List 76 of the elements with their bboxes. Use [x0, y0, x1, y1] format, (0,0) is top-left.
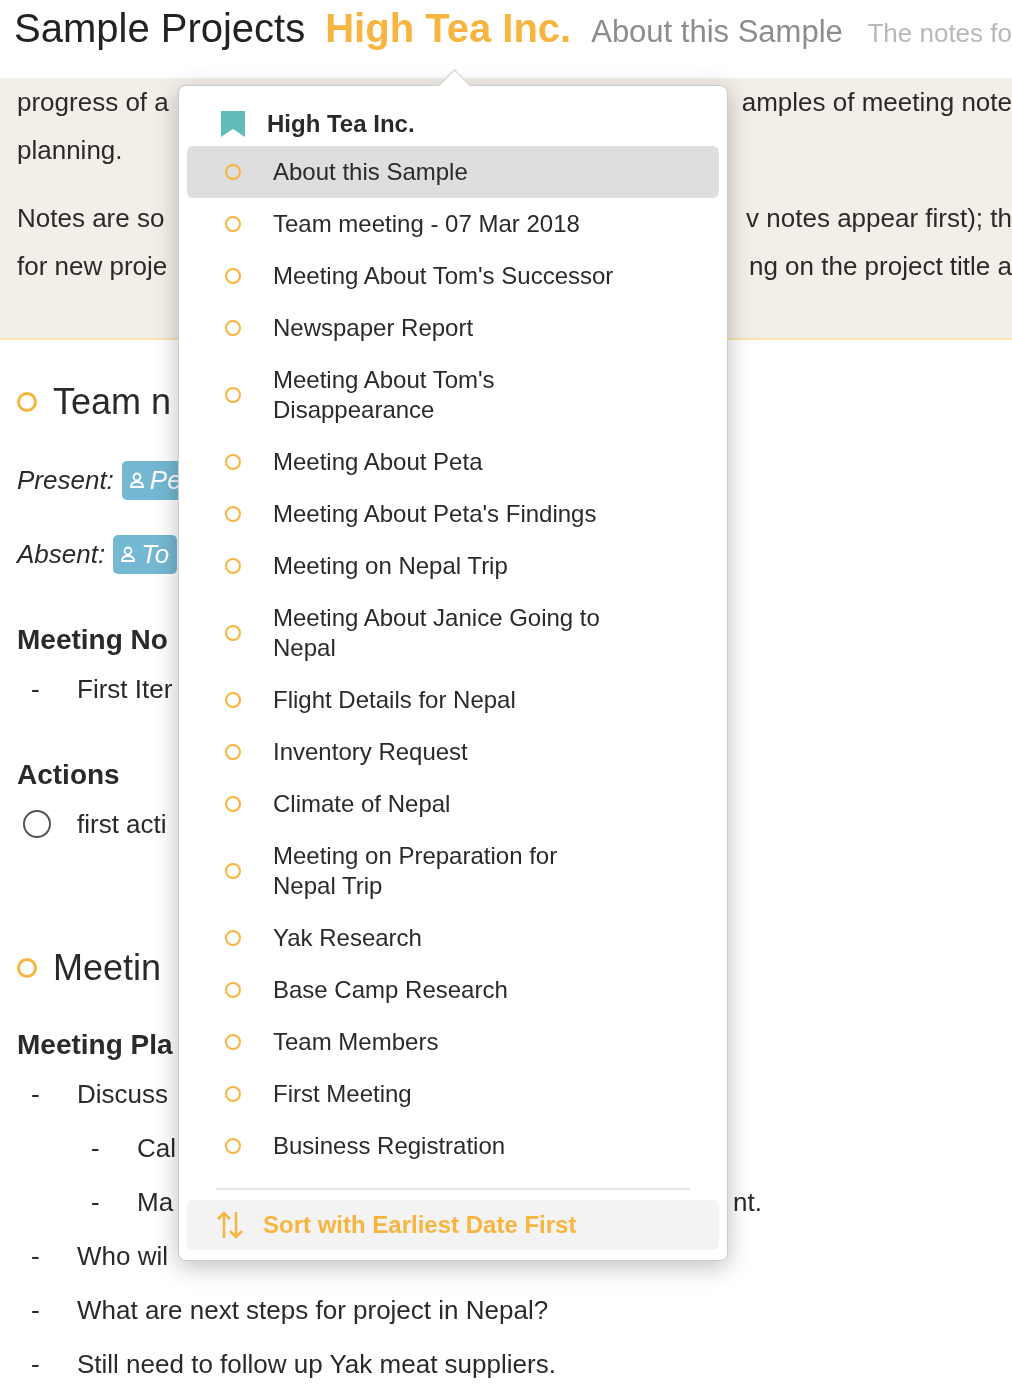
- note-item[interactable]: Meeting About Peta's Findings: [187, 488, 719, 540]
- note-item[interactable]: Meeting About Tom's Successor: [187, 250, 719, 302]
- note-status-icon: [225, 692, 241, 708]
- action-text: first acti: [77, 808, 167, 840]
- note-item[interactable]: Meeting on Nepal Trip: [187, 540, 719, 592]
- bullet-text: Cal: [137, 1132, 176, 1164]
- note-status-icon: [225, 268, 241, 284]
- note-status-icon: [225, 625, 241, 641]
- bullet-text: nt.: [733, 1186, 763, 1218]
- note-title: Team n: [53, 381, 172, 423]
- note-item[interactable]: Meeting About Tom's Disappearance: [187, 354, 719, 436]
- intro-text: amples of meeting note: [741, 86, 1012, 119]
- note-status-icon: [225, 320, 241, 336]
- section-heading: Meeting Pla: [17, 1029, 173, 1061]
- note-item[interactable]: Base Camp Research: [187, 964, 719, 1016]
- checkbox[interactable]: [23, 810, 51, 838]
- note-item[interactable]: Inventory Request: [187, 726, 719, 778]
- note-status-icon: [225, 387, 241, 403]
- note-item[interactable]: Meeting on Preparation for Nepal Trip: [187, 830, 719, 912]
- note-status-icon: [225, 744, 241, 760]
- intro-text: v notes appear first); th: [746, 202, 1012, 235]
- section-heading: Meeting No: [17, 624, 168, 656]
- intro-text: progress of a: [17, 86, 169, 119]
- intro-text: Notes are so: [17, 202, 165, 235]
- section-heading: Actions: [17, 759, 120, 791]
- note-status-icon: [225, 796, 241, 812]
- note-status-icon: [225, 454, 241, 470]
- note-status-icon: [225, 863, 241, 879]
- note-item[interactable]: Meeting About Peta: [187, 436, 719, 488]
- popover-title: High Tea Inc.: [267, 110, 415, 138]
- bullet-text: Who wil: [77, 1240, 168, 1272]
- bullet-text: First Iter: [77, 673, 173, 705]
- bullet-text: Ma: [137, 1186, 174, 1218]
- note-status-icon: [225, 558, 241, 574]
- dash-marker: -: [30, 1078, 41, 1110]
- note-status-icon: [225, 506, 241, 522]
- note-title: Meetin: [53, 947, 162, 989]
- attendees-label: Present:: [17, 464, 114, 496]
- dash-marker: -: [30, 1348, 41, 1380]
- person-icon: [121, 546, 136, 562]
- note-item[interactable]: About this Sample: [187, 146, 719, 198]
- note-item[interactable]: Team meeting - 07 Mar 2018: [187, 198, 719, 250]
- note-item[interactable]: Flight Details for Nepal: [187, 674, 719, 726]
- note-status-icon: [225, 216, 241, 232]
- note-status-icon: [225, 1138, 241, 1154]
- note-item[interactable]: Climate of Nepal: [187, 778, 719, 830]
- note-item[interactable]: Newspaper Report: [187, 302, 719, 354]
- faded-text: The notes fo: [867, 18, 1012, 49]
- dash-marker: -: [30, 1294, 41, 1326]
- sort-icon: [217, 1210, 243, 1240]
- dash-marker: -: [90, 1132, 101, 1164]
- note-status-icon: [225, 164, 241, 180]
- note-item[interactable]: First Meeting: [187, 1068, 719, 1120]
- note-status-icon: [225, 982, 241, 998]
- intro-text: ng on the project title a: [748, 250, 1012, 283]
- note-status-icon: [225, 930, 241, 946]
- breadcrumb-link[interactable]: Sample Projects: [14, 6, 306, 51]
- dash-marker: -: [30, 673, 41, 705]
- person-icon: [129, 472, 144, 488]
- note-item[interactable]: Yak Research: [187, 912, 719, 964]
- intro-text: planning.: [17, 134, 123, 167]
- note-item[interactable]: Meeting About Janice Going to Nepal: [187, 592, 719, 674]
- dash-marker: -: [30, 1240, 41, 1272]
- dash-marker: -: [90, 1186, 101, 1218]
- note-status-icon: [17, 392, 37, 412]
- note-status-icon: [225, 1086, 241, 1102]
- bookmark-icon: [221, 111, 245, 137]
- bullet-text: What are next steps for project in Nepal?: [77, 1294, 549, 1326]
- intro-text: for new proje: [17, 250, 168, 283]
- note-status-icon: [17, 958, 37, 978]
- bullet-text: Still need to follow up Yak meat suppliers.: [77, 1348, 556, 1380]
- attendees-label: Absent:: [17, 538, 106, 570]
- bullet-text: Discuss: [77, 1078, 168, 1110]
- note-item[interactable]: Business Registration: [187, 1120, 719, 1172]
- note-item[interactable]: Team Members: [187, 1016, 719, 1068]
- note-status-icon: [225, 1034, 241, 1050]
